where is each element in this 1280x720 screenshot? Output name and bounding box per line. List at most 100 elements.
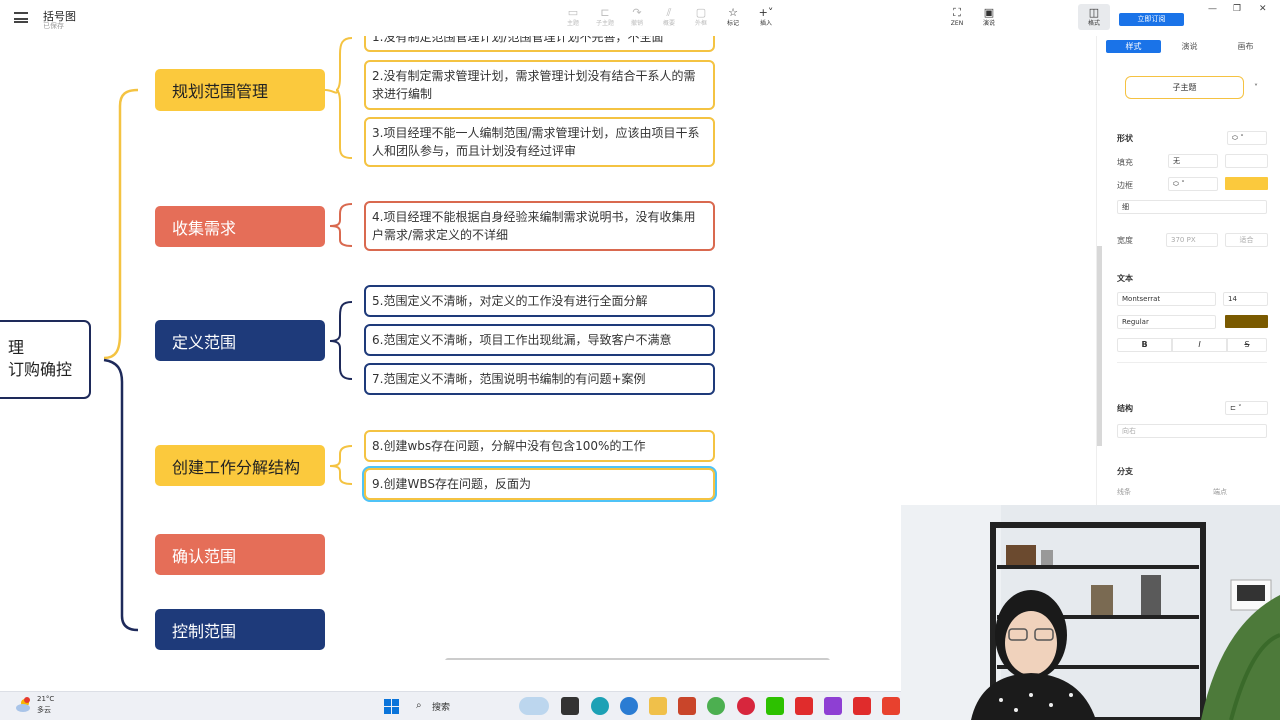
text-align-row[interactable]	[1117, 362, 1267, 374]
text-section-title[interactable]: 文本	[1117, 273, 1133, 284]
netease-app-icon[interactable]	[737, 697, 755, 715]
ie-app-icon[interactable]	[620, 697, 638, 715]
topic-create-wbs[interactable]: 创建工作分解结构	[155, 445, 325, 486]
weather-description: 多云	[37, 706, 51, 714]
terminal-app-icon[interactable]	[561, 697, 579, 715]
chevron-down-icon[interactable]: ˅	[1254, 83, 1258, 92]
branch-line-label: 线条	[1117, 488, 1131, 496]
chrome-app-icon[interactable]	[707, 697, 725, 715]
close-icon[interactable]: ✕	[1259, 4, 1267, 14]
folder-app-icon[interactable]	[649, 697, 667, 715]
topic-validate-scope[interactable]: 确认范围	[155, 534, 325, 575]
shape-section-title[interactable]: 形状	[1117, 133, 1133, 144]
subtopic-4[interactable]: 4.项目经理不能根据自身经验来编制需求说明书，没有收集用户需求/需求定义的不详细	[364, 201, 715, 251]
zen-icon: ⛶	[953, 6, 961, 19]
taskbar-search[interactable]: 搜索	[432, 700, 450, 713]
panel-scrollbar[interactable]	[1097, 246, 1102, 446]
webcam-overlay	[901, 505, 1280, 720]
border-color-swatch[interactable]	[1225, 177, 1268, 190]
font-family-select[interactable]: Montserrat	[1117, 292, 1216, 306]
plus-icon: +˅	[758, 6, 774, 19]
subtopic-7[interactable]: 7.范围定义不清晰，范围说明书编制的有问题+案例	[364, 363, 715, 395]
subtopic-1[interactable]: 1.没有制定范围管理计划/范围管理计划不完善，不全面	[364, 36, 715, 52]
top-toolbar: 括号图 已保存 ▭ 主题 ⊏ 子主题 ↷ 撤销 ⫽ 概要 ▢ 外框 ☆ 标记 +˅ 插入 ⛶ Z…	[0, 0, 1280, 36]
structure-section-title[interactable]: 结构	[1117, 403, 1133, 414]
border-style-select[interactable]: ⬭ ˅	[1168, 177, 1218, 191]
boundary-icon: ▢	[695, 6, 707, 19]
menu-icon[interactable]	[14, 12, 28, 23]
direction-select[interactable]: 向右	[1117, 424, 1267, 438]
summary-button[interactable]: ⫽ 概要	[653, 6, 685, 28]
horizontal-scrollbar[interactable]	[445, 658, 830, 660]
edge-app-icon[interactable]	[591, 697, 609, 715]
zen-button[interactable]: ⛶ ZEN	[941, 6, 973, 28]
width-label: 宽度	[1117, 236, 1133, 245]
save-status: 已保存	[43, 22, 64, 30]
tab-style[interactable]: 样式	[1106, 40, 1161, 53]
topic-control-scope[interactable]: 控制范围	[155, 609, 325, 650]
webcam-video-frame	[901, 505, 1280, 720]
branch-section-title[interactable]: 分支	[1117, 466, 1133, 477]
subtopic-2[interactable]: 2.没有制定需求管理计划，需求管理计划没有结合干系人的需求进行编制	[364, 60, 715, 110]
node-type-select[interactable]: 子主题	[1125, 76, 1244, 99]
strikethrough-button[interactable]: S	[1227, 338, 1267, 352]
undo-icon: ↷	[632, 6, 642, 19]
insert-subtopic-button[interactable]: ⊏ 子主题	[589, 6, 621, 28]
topic-define-scope[interactable]: 定义范围	[155, 320, 325, 361]
search-icon[interactable]: ⌕	[416, 700, 422, 711]
wechat-app-icon[interactable]	[766, 697, 784, 715]
powerpoint-app-icon[interactable]	[678, 697, 696, 715]
fill-select[interactable]: 无	[1168, 154, 1218, 168]
tab-canvas[interactable]: 画布	[1218, 40, 1273, 53]
maximize-icon[interactable]: ❐	[1233, 4, 1241, 14]
topic-plan-scope[interactable]: 规划范围管理	[155, 69, 325, 111]
boundary-button[interactable]: ▢ 外框	[685, 6, 717, 28]
topic-icon: ▭	[567, 6, 579, 19]
topic-collect-requirements[interactable]: 收集需求	[155, 206, 325, 247]
temperature: 21°C	[37, 695, 55, 703]
width-input[interactable]: 370 PX	[1166, 233, 1218, 247]
summary-icon: ⫽	[666, 6, 672, 19]
subtopic-icon: ⊏	[600, 6, 610, 19]
insert-topic-button[interactable]: ▭ 主题	[557, 6, 589, 28]
undo-button[interactable]: ↷ 撤销	[621, 6, 653, 28]
fill-label: 填充	[1117, 158, 1133, 167]
structure-select[interactable]: ⊏ ˅	[1225, 401, 1268, 415]
insert-button[interactable]: +˅ 插入	[750, 6, 782, 28]
text-color-swatch[interactable]	[1225, 315, 1268, 328]
office-app-icon[interactable]	[882, 697, 900, 715]
weather-icon[interactable]	[15, 697, 32, 714]
central-topic-line2: 订购确控	[8, 360, 73, 379]
windows-start-icon[interactable]	[384, 699, 399, 714]
italic-button[interactable]: I	[1172, 338, 1227, 352]
app-icon[interactable]	[824, 697, 842, 715]
central-topic-line1: 理	[8, 338, 25, 357]
subscribe-button[interactable]: 立即订阅	[1119, 13, 1184, 26]
format-panel-icon: ◫	[1088, 6, 1100, 19]
fit-button[interactable]: 适合	[1225, 233, 1268, 247]
border-label: 边框	[1117, 181, 1133, 190]
subtopic-3[interactable]: 3.项目经理不能一人编制范围/需求管理计划，应该由项目干系人和团队参与，而且计划…	[364, 117, 715, 167]
tab-pitch[interactable]: 演说	[1162, 40, 1217, 53]
shape-select[interactable]: ⬭ ˅	[1227, 131, 1267, 145]
line-weight-select[interactable]: 细	[1117, 200, 1267, 214]
subtopic-9-selected[interactable]: 9.创建WBS存在问题，反面为	[364, 468, 715, 500]
subtopic-8[interactable]: 8.创建wbs存在问题，分解中没有包含100%的工作	[364, 430, 715, 462]
format-panel-button[interactable]: ◫ 格式	[1078, 4, 1110, 30]
bold-button[interactable]: B	[1117, 338, 1172, 352]
fill-color-swatch[interactable]	[1225, 154, 1268, 168]
app-window: 括号图 已保存 ▭ 主题 ⊏ 子主题 ↷ 撤销 ⫽ 概要 ▢ 外框 ☆ 标记 +˅ 插入 ⛶ Z…	[0, 0, 1280, 720]
subtopic-5[interactable]: 5.范围定义不清晰，对定义的工作没有进行全面分解	[364, 285, 715, 317]
branch-end-label: 端点	[1213, 488, 1227, 496]
minimize-icon[interactable]: —	[1208, 4, 1217, 14]
central-topic[interactable]: 理 订购确控	[0, 320, 91, 399]
font-size-select[interactable]: 14	[1223, 292, 1268, 306]
widget-icon[interactable]	[519, 697, 549, 715]
font-weight-select[interactable]: Regular	[1117, 315, 1216, 329]
star-icon: ☆	[728, 6, 738, 19]
wps-doc-app-icon[interactable]	[853, 697, 871, 715]
subtopic-6[interactable]: 6.范围定义不清晰，项目工作出现纰漏，导致客户不满意	[364, 324, 715, 356]
marker-button[interactable]: ☆ 标记	[717, 6, 749, 28]
wps-app-icon[interactable]	[795, 697, 813, 715]
present-button[interactable]: ▣ 演说	[973, 6, 1005, 28]
